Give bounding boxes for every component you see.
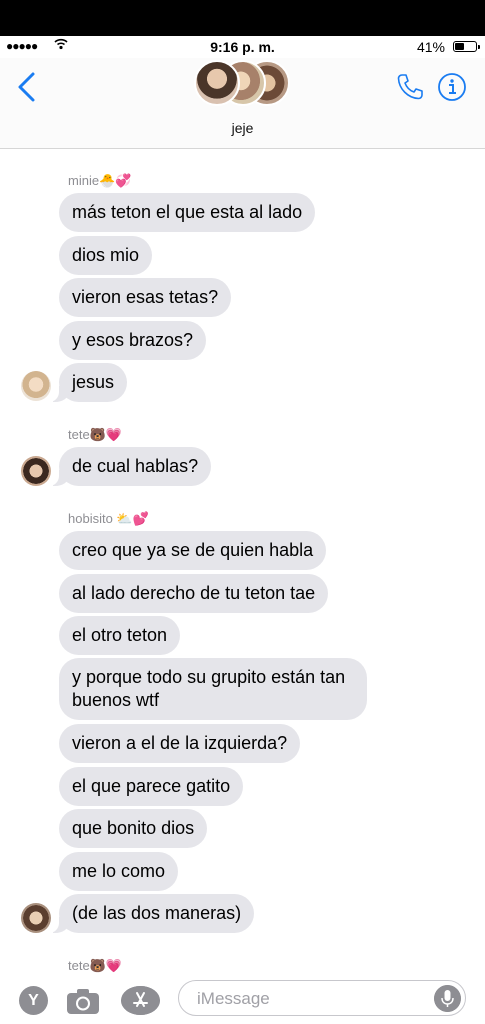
sender-name: tete🐻💗	[68, 958, 123, 973]
sender-name: minie🐣💞	[68, 173, 132, 188]
message-bubble[interactable]: y porque todo su grupito están tan bueno…	[59, 658, 367, 720]
group-name[interactable]: jeje	[0, 120, 485, 136]
top-black-bar	[0, 0, 485, 36]
sender-avatar[interactable]	[21, 903, 51, 933]
sender-avatar[interactable]	[21, 371, 51, 401]
message-bubble[interactable]: vieron esas tetas?	[59, 278, 232, 317]
apps-button[interactable]: Y	[19, 986, 48, 1015]
battery-icon	[453, 41, 480, 52]
message-bubble[interactable]: el que parece gatito	[59, 767, 244, 806]
sender-name: tete🐻💗	[68, 427, 123, 442]
message-bubble[interactable]: creo que ya se de quien habla	[59, 531, 327, 570]
sender-avatar[interactable]	[21, 456, 51, 486]
conversation-header: jeje	[0, 58, 485, 149]
message-bubble[interactable]: más teton el que esta al lado	[59, 193, 316, 232]
info-icon[interactable]	[437, 72, 467, 102]
status-time: 9:16 p. m.	[210, 39, 275, 55]
avatar	[194, 60, 240, 106]
group-avatars[interactable]	[194, 58, 294, 110]
sender-name: hobisito ⛅💕	[68, 511, 149, 526]
message-bubble[interactable]: jesus	[48, 363, 128, 402]
message-bubble[interactable]: (de las dos maneras)	[48, 894, 255, 933]
message-bubble[interactable]: de cual hablas?	[48, 447, 212, 486]
app-store-icon[interactable]	[121, 986, 160, 1015]
message-bubble[interactable]: me lo como	[59, 852, 179, 891]
back-chevron-icon[interactable]	[14, 70, 42, 104]
camera-icon[interactable]	[66, 986, 100, 1016]
status-bar: ●●●●● 9:16 p. m. 41%	[0, 36, 485, 58]
message-bubble[interactable]: dios mio	[59, 236, 153, 275]
battery-percent: 41%	[416, 39, 445, 55]
message-bubble[interactable]: el otro teton	[59, 616, 181, 655]
phone-icon[interactable]	[395, 72, 425, 102]
message-field[interactable]	[178, 980, 466, 1016]
message-bubble[interactable]: vieron a el de la izquierda?	[59, 724, 301, 763]
message-bubble[interactable]: al lado derecho de tu teton tae	[59, 574, 329, 613]
message-input[interactable]	[195, 986, 419, 1012]
message-bubble[interactable]: que bonito dios	[59, 809, 208, 848]
message-input-bar: Y	[0, 976, 485, 1024]
microphone-icon[interactable]	[434, 985, 461, 1012]
message-bubble[interactable]: y esos brazos?	[59, 321, 207, 360]
